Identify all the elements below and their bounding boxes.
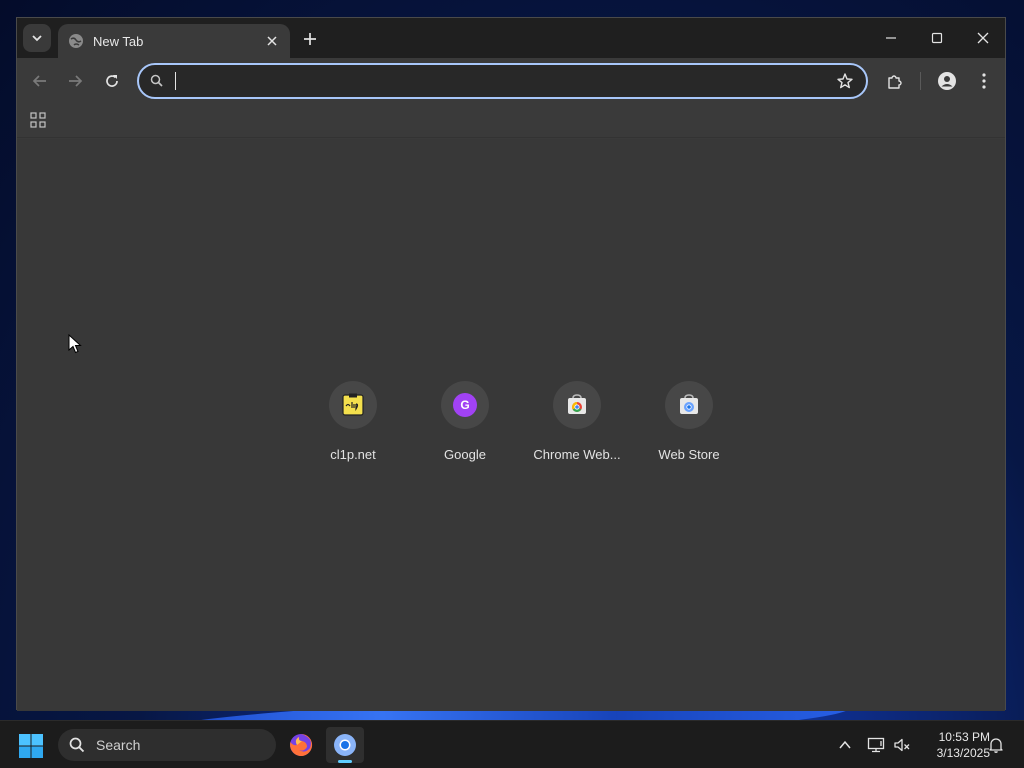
taskbar-search[interactable]: Search [58, 729, 276, 761]
windows-start-icon[interactable] [18, 733, 44, 759]
text-cursor [175, 72, 176, 90]
apps-button[interactable] [27, 109, 49, 131]
apps-grid-icon [30, 112, 46, 128]
reload-button[interactable] [98, 67, 126, 95]
shortcut-label: cl1p.net [330, 447, 376, 462]
shortcut-tile [553, 381, 601, 429]
globe-icon [68, 33, 84, 49]
show-hidden-icons-button[interactable] [835, 735, 855, 755]
shortcut-tile: G [441, 381, 489, 429]
extensions-button[interactable] [881, 67, 909, 95]
network-tray-button[interactable] [866, 735, 886, 755]
arrow-left-icon [32, 75, 46, 87]
bell-icon [989, 738, 1003, 753]
shortcut-google[interactable]: G Google [409, 381, 521, 481]
minimize-icon [886, 37, 896, 39]
reload-icon [106, 75, 118, 87]
taskbar-search-label: Search [96, 737, 141, 753]
shortcut-label: Web Store [658, 447, 720, 462]
back-button[interactable] [26, 67, 54, 95]
taskbar: Search 10:53 PM 3/13/2025 [0, 720, 1024, 768]
shortcut-tile [665, 381, 713, 429]
maximize-button[interactable] [914, 18, 960, 58]
volume-tray-button[interactable] [892, 735, 912, 755]
puzzle-icon [888, 75, 902, 89]
taskbar-firefox[interactable] [282, 727, 320, 763]
tab-new-tab[interactable]: New Tab [58, 24, 290, 58]
taskbar-chrome[interactable] [326, 727, 364, 763]
chevron-up-icon [839, 740, 851, 749]
chrome-icon [334, 734, 356, 756]
tab-title: New Tab [93, 33, 144, 49]
shortcut-label: Chrome Web... [533, 447, 621, 462]
minimize-button[interactable] [868, 18, 914, 58]
address-input[interactable] [165, 65, 866, 97]
close-window-button[interactable] [960, 18, 1006, 58]
chrome-web-store-icon [568, 394, 586, 414]
profile-icon [938, 72, 956, 90]
plus-icon [304, 33, 316, 45]
bookmarks-bar [17, 104, 1005, 138]
shortcut-cl1p[interactable]: cl1p.net [297, 381, 409, 481]
web-store-icon [680, 394, 698, 414]
maximize-icon [931, 32, 943, 44]
shortcut-tile [329, 381, 377, 429]
cl1p-favicon-icon [342, 393, 364, 416]
chevron-down-icon [32, 35, 42, 42]
title-bar: New Tab [17, 18, 1005, 58]
browser-window: New Tab cl1p.net G Google Chrome Web... … [16, 17, 1006, 711]
active-app-indicator [338, 760, 352, 763]
firefox-icon [290, 733, 313, 756]
tab-search-button[interactable] [23, 24, 51, 52]
volume-muted-icon [894, 738, 910, 752]
taskbar-clock[interactable]: 10:53 PM 3/13/2025 [918, 729, 990, 761]
search-icon [69, 737, 85, 753]
mouse-cursor-icon [68, 334, 82, 354]
close-tab-icon[interactable] [264, 33, 280, 49]
notifications-button[interactable] [986, 735, 1006, 755]
toolbar-separator [920, 72, 921, 90]
arrow-right-icon [69, 75, 83, 87]
google-letter: G [460, 398, 469, 412]
clock-date: 3/13/2025 [936, 746, 990, 760]
google-letter-icon: G [453, 393, 477, 417]
shortcuts-grid: cl1p.net G Google Chrome Web... Web Stor… [297, 381, 745, 481]
more-vertical-icon [982, 73, 986, 89]
shortcut-chrome-web-store[interactable]: Chrome Web... [521, 381, 633, 481]
close-icon [977, 32, 989, 44]
new-tab-button[interactable] [297, 26, 323, 52]
bookmark-star-icon[interactable] [836, 72, 856, 92]
toolbar [17, 58, 1005, 104]
profile-button[interactable] [933, 67, 961, 95]
address-bar[interactable] [137, 63, 868, 99]
new-tab-page: cl1p.net G Google Chrome Web... Web Stor… [17, 139, 1005, 711]
network-icon [867, 737, 885, 753]
shortcut-label: Google [444, 447, 486, 462]
menu-button[interactable] [970, 67, 998, 95]
search-icon [149, 73, 165, 89]
forward-button[interactable] [61, 67, 89, 95]
clock-time: 10:53 PM [938, 730, 990, 744]
shortcut-web-store[interactable]: Web Store [633, 381, 745, 481]
